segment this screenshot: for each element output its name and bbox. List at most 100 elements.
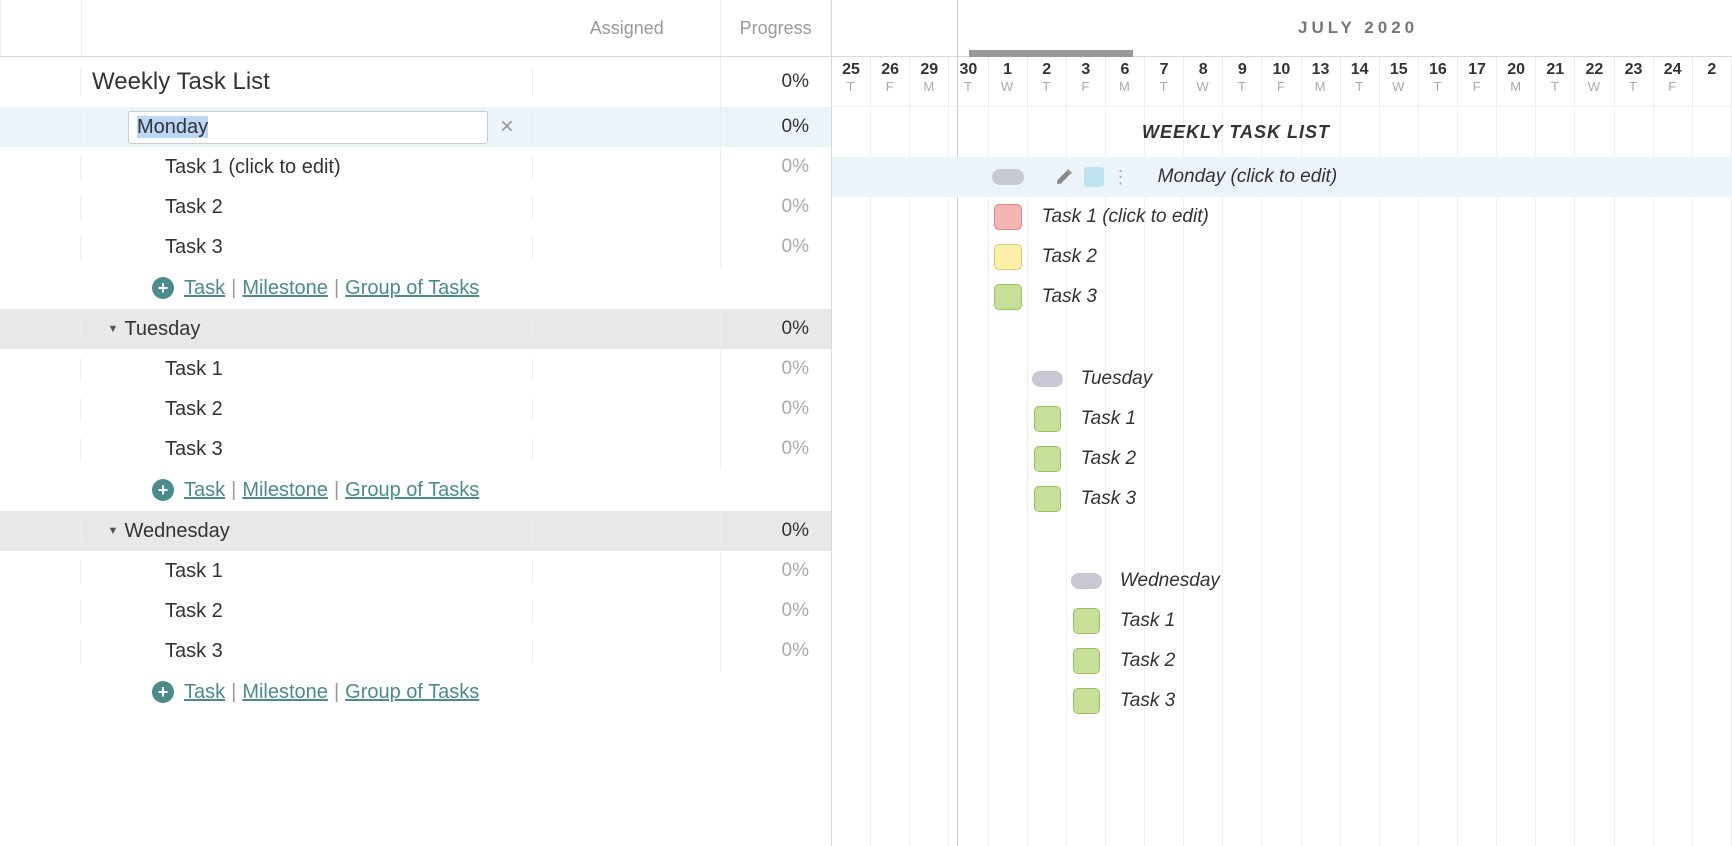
day-column[interactable]: 2T	[1028, 57, 1067, 106]
day-column[interactable]: 26F	[871, 57, 910, 106]
day-column[interactable]: 20M	[1497, 57, 1536, 106]
group-name[interactable]: Tuesday	[124, 318, 200, 341]
day-column[interactable]: 13M	[1302, 57, 1341, 106]
task-name[interactable]: Task 1	[0, 358, 223, 381]
gantt-task-row[interactable]: Task 2	[832, 641, 1732, 681]
timeline-scrubber[interactable]	[969, 50, 1133, 57]
gantt-task-row[interactable]: Task 2	[832, 237, 1732, 277]
day-column[interactable]: 24F	[1654, 57, 1693, 106]
task-name[interactable]: Task 1	[0, 560, 223, 583]
day-column[interactable]: 3F	[1067, 57, 1106, 106]
add-group-link[interactable]: Group of Tasks	[345, 681, 479, 704]
gantt-task-bar[interactable]	[1073, 688, 1100, 714]
add-icon[interactable]: +	[152, 681, 174, 703]
gantt-task-row[interactable]: Task 1 (click to edit)	[832, 197, 1732, 237]
task-row[interactable]: Task 3 0%	[0, 227, 831, 267]
add-milestone-link[interactable]: Milestone	[242, 479, 328, 502]
gantt-row-label[interactable]: Task 2	[1081, 448, 1136, 470]
day-column[interactable]: 10F	[1262, 57, 1301, 106]
day-column[interactable]: 14T	[1341, 57, 1380, 106]
collapse-toggle-icon[interactable]: ▼	[106, 323, 120, 335]
assigned-cell[interactable]	[533, 309, 721, 349]
assigned-cell[interactable]	[533, 187, 721, 227]
task-row[interactable]: Task 2 0%	[0, 591, 831, 631]
day-column[interactable]: 8W	[1184, 57, 1223, 106]
assigned-cell[interactable]	[533, 429, 721, 469]
assigned-cell[interactable]	[533, 511, 721, 551]
gantt-group-bar[interactable]	[1032, 371, 1063, 387]
assigned-cell[interactable]	[533, 147, 721, 187]
gantt-row-label[interactable]: Task 1	[1120, 610, 1175, 632]
day-column[interactable]: 22W	[1575, 57, 1614, 106]
add-task-link[interactable]: Task	[184, 681, 225, 704]
gantt-task-row[interactable]: Task 1	[832, 399, 1732, 439]
gantt-task-bar[interactable]	[994, 204, 1021, 230]
day-column[interactable]: 9T	[1223, 57, 1262, 106]
gantt-group-row-monday[interactable]: ⋮ Monday (click to edit)	[832, 157, 1732, 197]
gantt-row-label[interactable]: Wednesday	[1120, 570, 1220, 592]
day-column[interactable]: 30T	[949, 57, 988, 106]
gantt-row-label[interactable]: Task 1 (click to edit)	[1042, 206, 1209, 228]
gantt-group-row-tuesday[interactable]: Tuesday	[832, 359, 1732, 399]
gantt-row-label[interactable]: Task 2	[1042, 246, 1097, 268]
assigned-cell[interactable]	[533, 107, 721, 147]
assigned-cell[interactable]	[533, 349, 721, 389]
task-row[interactable]: Task 2 0%	[0, 389, 831, 429]
more-options-icon[interactable]: ⋮	[1112, 167, 1129, 188]
gantt-task-row[interactable]: Task 3	[832, 681, 1732, 721]
column-header-assigned[interactable]: Assigned	[533, 0, 721, 56]
day-column[interactable]: 2	[1693, 57, 1732, 106]
gantt-row-label[interactable]: Task 2	[1120, 650, 1175, 672]
gantt-task-bar[interactable]	[1073, 608, 1100, 634]
gantt-row-label[interactable]: Task 3	[1081, 488, 1136, 510]
gantt-row-label[interactable]: Monday (click to edit)	[1158, 166, 1338, 188]
task-row[interactable]: Task 1 0%	[0, 349, 831, 389]
add-icon[interactable]: +	[152, 479, 174, 501]
gantt-task-row[interactable]: Task 3	[832, 479, 1732, 519]
group-name[interactable]: Wednesday	[124, 520, 229, 543]
day-header[interactable]: 25T26F29M30T1W2T3F6M7T8W9T10F13M14T15W16…	[832, 57, 1732, 107]
collapse-toggle-icon[interactable]: ▼	[106, 525, 120, 537]
gantt-task-bar[interactable]	[1034, 406, 1061, 432]
day-column[interactable]: 16T	[1419, 57, 1458, 106]
day-column[interactable]: 29M	[910, 57, 949, 106]
add-task-link[interactable]: Task	[184, 277, 225, 300]
gantt-task-row[interactable]: Task 3	[832, 277, 1732, 317]
day-column[interactable]: 15W	[1380, 57, 1419, 106]
day-column[interactable]: 1W	[989, 57, 1028, 106]
add-icon[interactable]: +	[152, 277, 174, 299]
edit-icon[interactable]	[1052, 165, 1076, 189]
task-name[interactable]: Task 1 (click to edit)	[0, 156, 341, 179]
gantt-row-label[interactable]: Tuesday	[1081, 368, 1152, 390]
group-row-wednesday[interactable]: ▼ Wednesday 0%	[0, 511, 831, 551]
gantt-group-bar[interactable]	[992, 169, 1023, 185]
add-task-link[interactable]: Task	[184, 479, 225, 502]
gantt-row-label[interactable]: Task 3	[1120, 690, 1175, 712]
task-name[interactable]: Task 3	[0, 236, 223, 259]
add-group-link[interactable]: Group of Tasks	[345, 479, 479, 502]
gantt-group-row-wednesday[interactable]: Wednesday	[832, 561, 1732, 601]
day-column[interactable]: 21T	[1536, 57, 1575, 106]
day-column[interactable]: 7T	[1145, 57, 1184, 106]
gantt-task-bar[interactable]	[1034, 486, 1061, 512]
gantt-group-bar[interactable]	[1071, 573, 1102, 589]
assigned-cell[interactable]	[533, 591, 721, 631]
color-swatch[interactable]	[1084, 167, 1104, 187]
task-row[interactable]: Task 3 0%	[0, 429, 831, 469]
assigned-cell[interactable]	[533, 551, 721, 591]
task-row[interactable]: Task 2 0%	[0, 187, 831, 227]
assigned-cell[interactable]	[533, 631, 721, 671]
gantt-row-label[interactable]: Task 3	[1042, 286, 1097, 308]
add-group-link[interactable]: Group of Tasks	[345, 277, 479, 300]
gantt-task-bar[interactable]	[994, 284, 1021, 310]
gantt-row-label[interactable]: Task 1	[1081, 408, 1136, 430]
assigned-cell[interactable]	[533, 389, 721, 429]
column-header-progress[interactable]: Progress	[721, 0, 831, 56]
task-row[interactable]: Task 1 0%	[0, 551, 831, 591]
gantt-task-row[interactable]: Task 1	[832, 601, 1732, 641]
gantt-task-bar[interactable]	[1073, 648, 1100, 674]
task-name[interactable]: Task 2	[0, 196, 223, 219]
assigned-cell[interactable]	[533, 227, 721, 267]
add-milestone-link[interactable]: Milestone	[242, 277, 328, 300]
day-column[interactable]: 23T	[1615, 57, 1654, 106]
